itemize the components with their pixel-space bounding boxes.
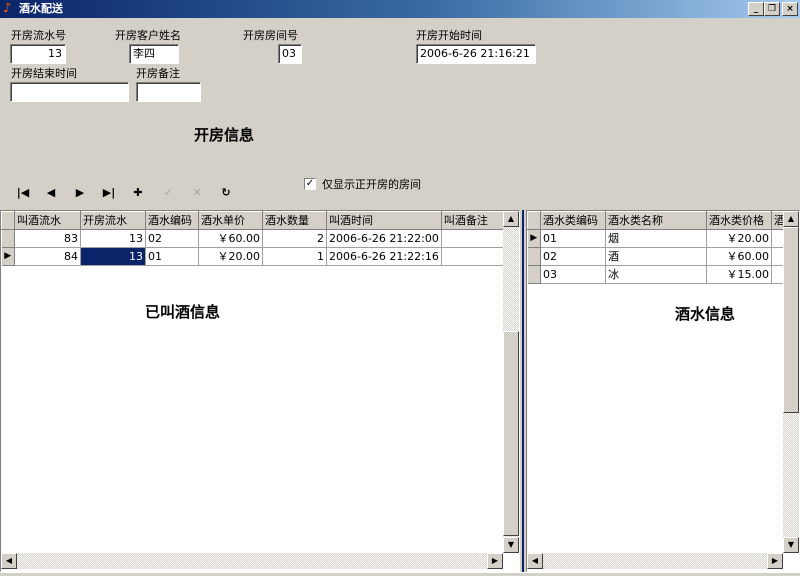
table-row[interactable]: 83 13 02 ￥60.00 2 2006-6-26 21:22:00: [1, 229, 507, 248]
orders-grid: 叫酒流水 开房流水 酒水编码 酒水单价 酒水数量 叫酒时间 叫酒备注 83 13…: [0, 210, 520, 572]
scroll-up-button[interactable]: ▲: [783, 211, 799, 227]
column-header[interactable]: 叫酒备注: [440, 211, 507, 230]
scroll-left-button[interactable]: ◀: [527, 553, 543, 569]
active-rooms-label: 仅显示正开房的房间: [322, 178, 421, 191]
table-cell[interactable]: 酒: [605, 247, 707, 266]
column-header[interactable]: 开房流水: [80, 211, 146, 230]
ordered-drinks-title: 已叫酒信息: [145, 303, 221, 321]
current-row-indicator-icon[interactable]: ▶: [1, 247, 15, 266]
table-row[interactable]: 02 酒 ￥60.00: [527, 247, 792, 266]
table-row[interactable]: ▶ 01 烟 ￥20.00: [527, 229, 792, 248]
selected-cell[interactable]: 13: [80, 247, 146, 266]
start-time-field[interactable]: 2006-6-26 21:16:21: [416, 44, 536, 64]
status-bar: [0, 572, 800, 576]
drinks-grid: 酒水类编码 酒水类名称 酒水类价格 酒 ▶ 01 烟 ￥20.00 02 酒 ￥…: [526, 210, 800, 572]
drinks-header-row: 酒水类编码 酒水类名称 酒水类价格 酒: [527, 211, 792, 230]
table-cell[interactable]: 83: [14, 229, 81, 248]
column-header[interactable]: 酒水编码: [145, 211, 199, 230]
refresh-icon[interactable]: ↻: [215, 184, 237, 202]
music-note-icon: ♪: [3, 1, 12, 16]
scroll-left-button[interactable]: ◀: [1, 553, 17, 569]
insert-record-icon[interactable]: ✚: [127, 184, 149, 202]
table-row[interactable]: 03 冰 ￥15.00: [527, 265, 792, 284]
orders-header-row: 叫酒流水 开房流水 酒水编码 酒水单价 酒水数量 叫酒时间 叫酒备注: [1, 211, 507, 230]
close-button[interactable]: ×: [782, 2, 798, 16]
guest-name-label: 开房客户姓名: [115, 29, 181, 42]
room-info-title: 开房信息: [194, 126, 255, 144]
guest-name-field[interactable]: 李四: [129, 44, 179, 64]
drinks-horizontal-scrollbar[interactable]: ◀ ▶: [527, 553, 783, 569]
table-cell[interactable]: ￥60.00: [198, 229, 263, 248]
table-cell[interactable]: 03: [540, 265, 606, 284]
scroll-up-button[interactable]: ▲: [503, 211, 519, 227]
scroll-down-button[interactable]: ▼: [783, 537, 799, 553]
table-cell[interactable]: ￥20.00: [198, 247, 263, 266]
next-record-icon[interactable]: ▶: [69, 184, 91, 202]
active-rooms-checkbox[interactable]: ✓: [304, 178, 316, 190]
scroll-right-button[interactable]: ▶: [487, 553, 503, 569]
orders-table: 叫酒流水 开房流水 酒水编码 酒水单价 酒水数量 叫酒时间 叫酒备注 83 13…: [1, 211, 507, 266]
table-cell[interactable]: 84: [14, 247, 81, 266]
drinks-vertical-scrollbar[interactable]: ▲ ▼: [783, 211, 799, 553]
column-header[interactable]: 酒水类名称: [605, 211, 707, 230]
minimize-button[interactable]: _: [748, 2, 764, 16]
column-header[interactable]: 叫酒时间: [326, 211, 442, 230]
column-header[interactable]: 酒水单价: [198, 211, 263, 230]
table-cell[interactable]: 01: [540, 229, 606, 248]
table-cell[interactable]: 2006-6-26 21:22:00: [326, 229, 442, 248]
table-cell[interactable]: [441, 229, 507, 248]
orders-indicator-header: [1, 211, 15, 230]
table-cell[interactable]: ￥60.00: [706, 247, 772, 266]
start-time-label: 开房开始时间: [416, 29, 482, 42]
orders-vertical-scrollbar[interactable]: ▲ ▼: [503, 211, 519, 553]
window-title: 酒水配送: [19, 2, 63, 15]
title-bar: ♪ 酒水配送 _ ❐ ×: [0, 0, 800, 18]
row-indicator[interactable]: [527, 247, 541, 266]
room-no-field[interactable]: 03: [278, 44, 302, 64]
scroll-thumb[interactable]: [783, 227, 799, 413]
note-label: 开房备注: [136, 67, 180, 80]
end-time-field[interactable]: [10, 82, 129, 102]
table-cell[interactable]: 2: [262, 229, 327, 248]
current-row-indicator-icon[interactable]: ▶: [527, 229, 541, 248]
column-header[interactable]: 酒水类价格: [706, 211, 772, 230]
table-cell[interactable]: ￥20.00: [706, 229, 772, 248]
table-cell[interactable]: 冰: [605, 265, 707, 284]
drinks-indicator-header: [527, 211, 541, 230]
table-cell[interactable]: 01: [145, 247, 199, 266]
row-indicator[interactable]: [1, 229, 15, 248]
first-record-icon[interactable]: |◀: [12, 184, 34, 202]
restore-button[interactable]: ❐: [764, 2, 780, 16]
post-record-icon[interactable]: ✓: [157, 184, 179, 202]
room-no-label: 开房房间号: [243, 29, 298, 42]
scroll-thumb[interactable]: [503, 331, 519, 536]
drinks-table: 酒水类编码 酒水类名称 酒水类价格 酒 ▶ 01 烟 ￥20.00 02 酒 ￥…: [527, 211, 792, 284]
table-cell[interactable]: 2006-6-26 21:22:16: [326, 247, 442, 266]
room-serial-field[interactable]: 13: [10, 44, 66, 64]
column-header[interactable]: 酒水数量: [262, 211, 327, 230]
orders-horizontal-scrollbar[interactable]: ◀ ▶: [1, 553, 503, 569]
column-header[interactable]: 酒水类编码: [540, 211, 606, 230]
grid-splitter[interactable]: [520, 210, 524, 572]
table-cell[interactable]: 02: [540, 247, 606, 266]
table-cell[interactable]: [441, 247, 507, 266]
table-cell[interactable]: 烟: [605, 229, 707, 248]
end-time-label: 开房结束时间: [11, 67, 77, 80]
note-field[interactable]: [136, 82, 201, 102]
prior-record-icon[interactable]: ◀: [40, 184, 62, 202]
table-cell[interactable]: 1: [262, 247, 327, 266]
row-indicator[interactable]: [527, 265, 541, 284]
scroll-right-button[interactable]: ▶: [767, 553, 783, 569]
drink-info-title: 酒水信息: [675, 305, 736, 323]
table-cell[interactable]: 13: [80, 229, 146, 248]
scroll-down-button[interactable]: ▼: [503, 537, 519, 553]
cancel-record-icon[interactable]: ✕: [186, 184, 208, 202]
table-cell[interactable]: ￥15.00: [706, 265, 772, 284]
column-header[interactable]: 叫酒流水: [14, 211, 81, 230]
last-record-icon[interactable]: ▶|: [98, 184, 120, 202]
table-cell[interactable]: 02: [145, 229, 199, 248]
room-serial-label: 开房流水号: [11, 29, 66, 42]
table-row[interactable]: ▶ 84 13 01 ￥20.00 1 2006-6-26 21:22:16: [1, 247, 507, 266]
